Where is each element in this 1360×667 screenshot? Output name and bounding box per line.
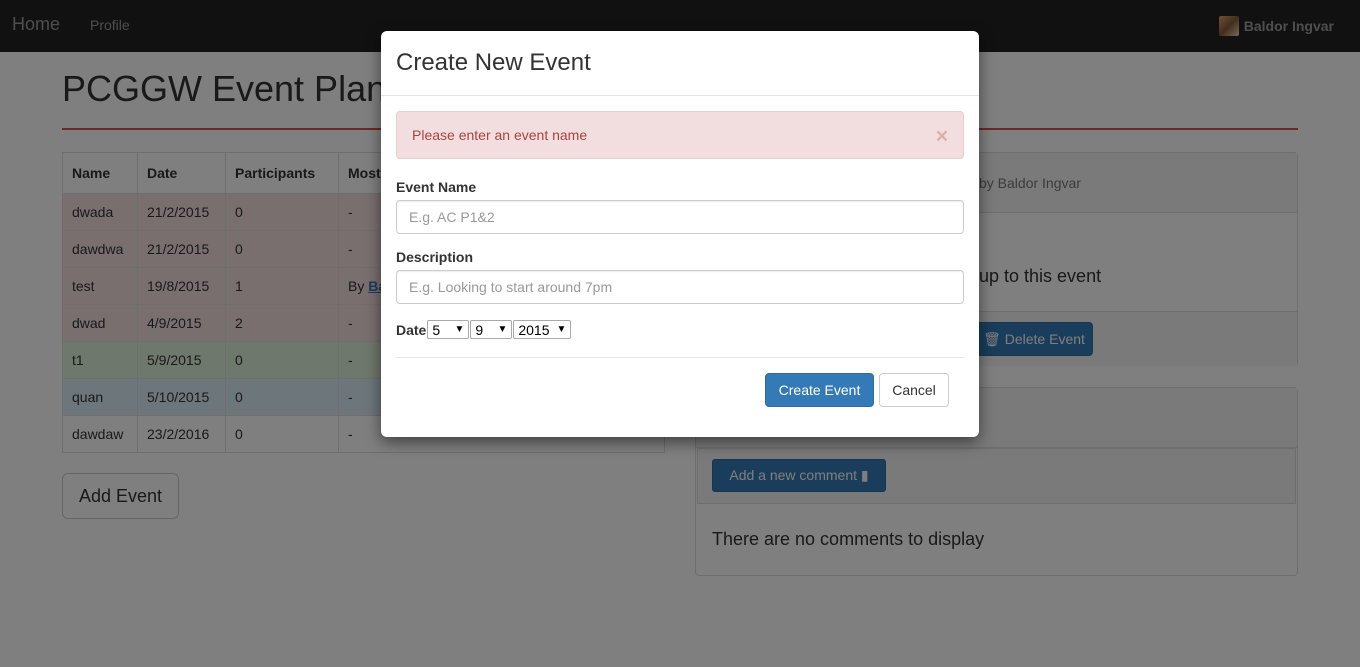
cancel-button[interactable]: Cancel: [879, 373, 949, 407]
dropdown-arrow-icon: ▼: [497, 324, 508, 335]
description-label: Description: [396, 249, 474, 265]
date-day-select[interactable]: 5 ▼: [427, 320, 470, 339]
modal-title: Create New Event: [396, 49, 591, 76]
date-month-select[interactable]: 9 ▼: [470, 320, 513, 339]
modal-header-divider: [381, 95, 979, 96]
description-input[interactable]: [396, 270, 964, 304]
date-label: Date: [396, 321, 427, 338]
dropdown-arrow-icon: ▼: [454, 324, 465, 335]
close-icon[interactable]: ×: [936, 126, 948, 147]
error-alert: Please enter an event name ×: [396, 111, 964, 159]
modal-footer-divider: [396, 357, 964, 358]
error-alert-text: Please enter an event name: [412, 127, 588, 143]
dropdown-arrow-icon: ▼: [556, 324, 567, 335]
date-month-value: 9: [475, 321, 484, 338]
event-name-label: Event Name: [396, 179, 477, 195]
create-event-button[interactable]: Create Event: [765, 373, 874, 407]
date-row: Date 5 ▼ 9 ▼ 2015 ▼: [396, 320, 572, 339]
date-day-value: 5: [432, 321, 441, 338]
date-year-select[interactable]: 2015 ▼: [513, 320, 572, 339]
date-year-value: 2015: [518, 321, 550, 338]
create-event-modal: Create New Event Please enter an event n…: [381, 31, 979, 437]
event-name-input[interactable]: [396, 200, 964, 234]
